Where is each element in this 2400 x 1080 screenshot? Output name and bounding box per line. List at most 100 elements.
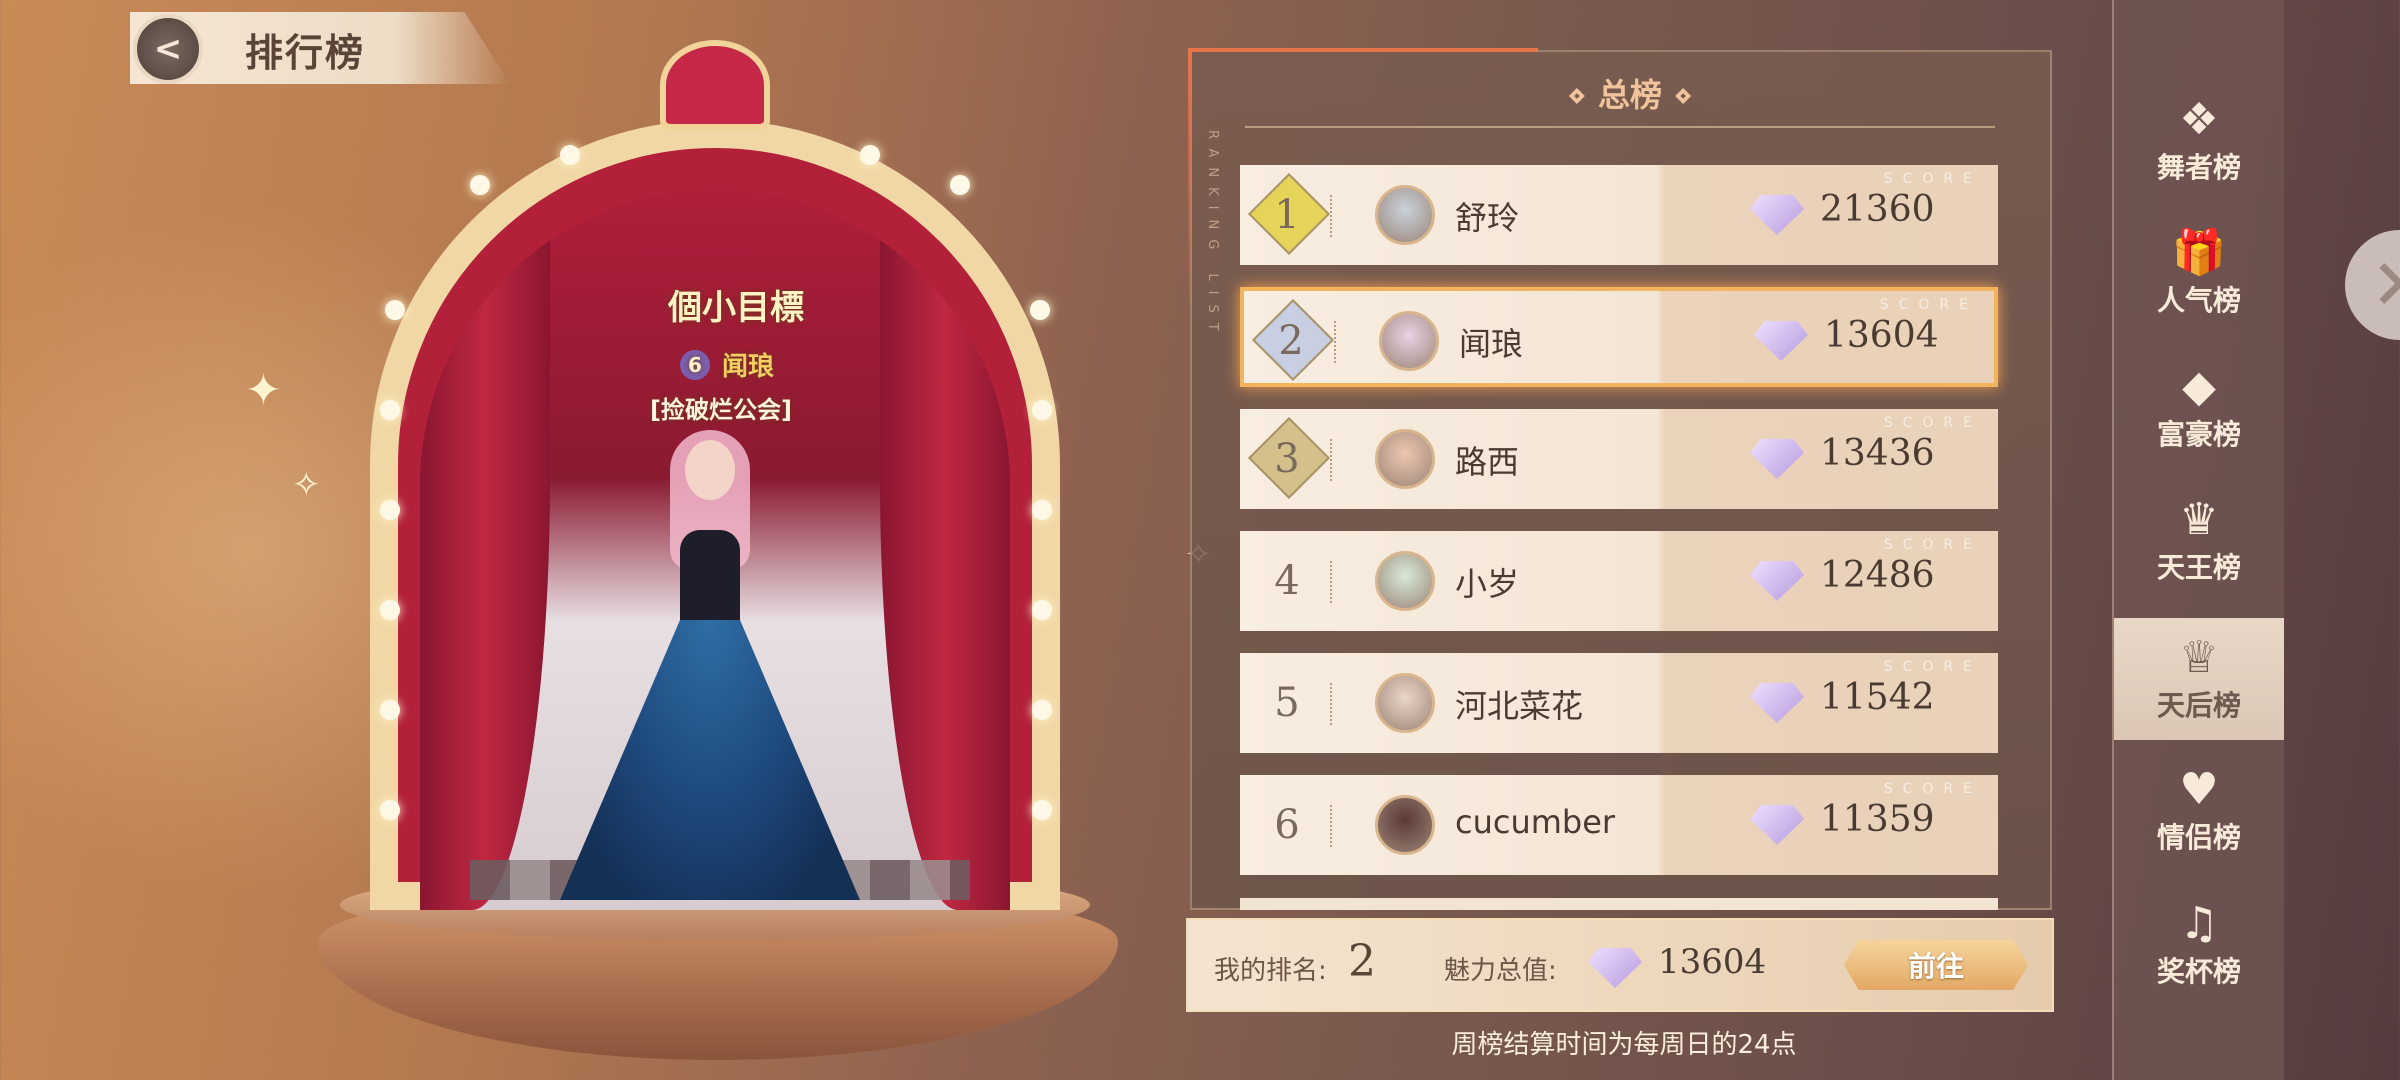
light-bulb: [1032, 500, 1052, 520]
nav-item-dancer-wings[interactable]: ❖ 舞者榜: [2114, 80, 2284, 202]
rank-cell: 1: [1247, 172, 1331, 256]
score-watermark: SCORE: [1883, 537, 1982, 553]
character-dress: [560, 620, 860, 900]
crown-icon: ♛: [2179, 494, 2219, 545]
title-divider: [1245, 126, 1995, 128]
charm-gem-icon: [1754, 321, 1808, 361]
curtain-right: [880, 190, 1010, 910]
player-score: 12486: [1820, 555, 1935, 596]
light-bulb: [380, 600, 400, 620]
ranking-row[interactable]: 1 舒玲 21360 SCORE: [1240, 165, 1998, 265]
nav-item-label: 天王榜: [2156, 551, 2241, 584]
go-button[interactable]: 前往: [1844, 940, 2028, 990]
ranking-row[interactable]: 2 闻琅 13604 SCORE: [1240, 287, 1998, 387]
rank-cell: 2: [1251, 298, 1335, 382]
my-rank-bar: 我的排名: 2 魅力总值: 13604 前往: [1186, 918, 2054, 1012]
nav-item-gift[interactable]: 🎁 人气榜: [2114, 213, 2284, 335]
nav-item-label: 舞者榜: [2156, 151, 2241, 184]
row-divider: [1334, 321, 1336, 363]
settlement-note: 周榜结算时间为每周日的24点: [1451, 1030, 1797, 1060]
row-divider: [1330, 805, 1332, 847]
player-score: 13604: [1824, 315, 1939, 356]
ranking-row[interactable]: 3 路西 13436 SCORE: [1240, 409, 1998, 509]
light-bulb: [380, 700, 400, 720]
back-button[interactable]: <: [133, 14, 203, 84]
light-bulb: [380, 400, 400, 420]
light-bulb: [380, 800, 400, 820]
stage-banner-text: 個小目標: [668, 288, 804, 328]
rank-cell: 3: [1247, 416, 1331, 500]
sparkle-icon: ✧: [292, 465, 321, 505]
charm-value: 13604: [1658, 942, 1767, 982]
light-bulb: [380, 500, 400, 520]
rank-cell: 6: [1252, 787, 1322, 863]
queen-icon: ♕: [2179, 632, 2219, 683]
panel-title-text: 总榜: [1597, 76, 1662, 114]
heart-crest-icon: [660, 40, 770, 130]
light-bulb: [1032, 600, 1052, 620]
avatar[interactable]: [1375, 429, 1435, 489]
nav-item-label: 天后榜: [2156, 689, 2241, 722]
light-bulb: [950, 175, 970, 195]
rank-number: 6: [1274, 802, 1300, 848]
row-divider: [1330, 439, 1332, 481]
player-score: 11542: [1820, 677, 1935, 718]
player-name: 舒玲: [1455, 199, 1520, 237]
hearts-icon: ♥: [2179, 764, 2219, 815]
dancer-character: [560, 430, 860, 900]
row-divider: [1330, 683, 1332, 725]
category-nav: ❖ 舞者榜 🎁 人气榜 ◆ 富豪榜 ♛ 天王榜 ♕ 天后榜 ♥ 情侣榜 ♫ 奖杯榜: [2112, 0, 2284, 1080]
ranking-row[interactable]: 6 cucumber 11359 SCORE: [1240, 775, 1998, 875]
panel-title: ⋄ 总榜 ⋄: [1566, 76, 1694, 114]
player-name: 小岁: [1455, 565, 1520, 603]
ranking-list-watermark: RANKING LIST: [1205, 130, 1220, 341]
avatar[interactable]: [1375, 551, 1435, 611]
light-bulb: [560, 145, 580, 165]
ranking-row[interactable]: 5 河北菜花 11542 SCORE: [1240, 653, 1998, 753]
light-bulb: [470, 175, 490, 195]
rank-number: 3: [1274, 436, 1300, 482]
player-score: 21360: [1820, 189, 1935, 230]
nav-item-trophy-record[interactable]: ♫ 奖杯榜: [2114, 884, 2284, 1006]
score-watermark: SCORE: [1883, 415, 1982, 431]
charm-label: 魅力总值:: [1444, 956, 1557, 986]
avatar[interactable]: [1375, 795, 1435, 855]
avatar[interactable]: [1375, 185, 1435, 245]
nav-item-label: 富豪榜: [2156, 418, 2241, 451]
back-arrow-icon: <: [153, 29, 183, 69]
nav-item-label: 人气榜: [2156, 284, 2241, 317]
score-watermark: SCORE: [1879, 297, 1978, 313]
page-title: 排行榜: [245, 31, 366, 75]
rank-cell: 5: [1252, 665, 1322, 741]
charm-gem-icon: [1750, 805, 1804, 845]
my-rank-label: 我的排名:: [1214, 956, 1327, 986]
panel-accent-line: [1188, 48, 1538, 52]
curtain-left: [420, 190, 550, 910]
trophy-record-icon: ♫: [2179, 898, 2219, 949]
my-rank-value: 2: [1348, 936, 1376, 987]
nav-item-diamond[interactable]: ◆ 富豪榜: [2114, 347, 2284, 469]
player-name: cucumber: [1455, 803, 1616, 841]
close-icon[interactable]: ✕: [2345, 230, 2400, 340]
guild-label: [捡破烂公会]: [650, 396, 792, 424]
rank-number: 4: [1274, 558, 1300, 604]
charm-gem-icon: [1750, 439, 1804, 479]
ranking-row[interactable]: 4 小岁 12486 SCORE: [1240, 531, 1998, 631]
light-bulb: [1030, 300, 1050, 320]
row-divider: [1330, 195, 1332, 237]
nav-item-crown[interactable]: ♛ 天王榜: [2114, 480, 2284, 602]
charm-gem-icon: [1750, 683, 1804, 723]
character-head: [685, 440, 735, 500]
charm-gem-icon: [1750, 561, 1804, 601]
rank-number: 2: [1278, 318, 1304, 364]
nav-item-queen[interactable]: ♕ 天后榜: [2114, 618, 2284, 740]
light-bulb: [1032, 800, 1052, 820]
score-watermark: SCORE: [1883, 781, 1982, 797]
charm-gem-icon: [1588, 948, 1642, 988]
player-name-label: 闻琅: [722, 352, 775, 382]
nav-item-hearts[interactable]: ♥ 情侣榜: [2114, 750, 2284, 872]
dancer-wings-icon: ❖: [2179, 94, 2219, 145]
avatar[interactable]: [1375, 673, 1435, 733]
row-divider: [1330, 561, 1332, 603]
avatar[interactable]: [1379, 311, 1439, 371]
